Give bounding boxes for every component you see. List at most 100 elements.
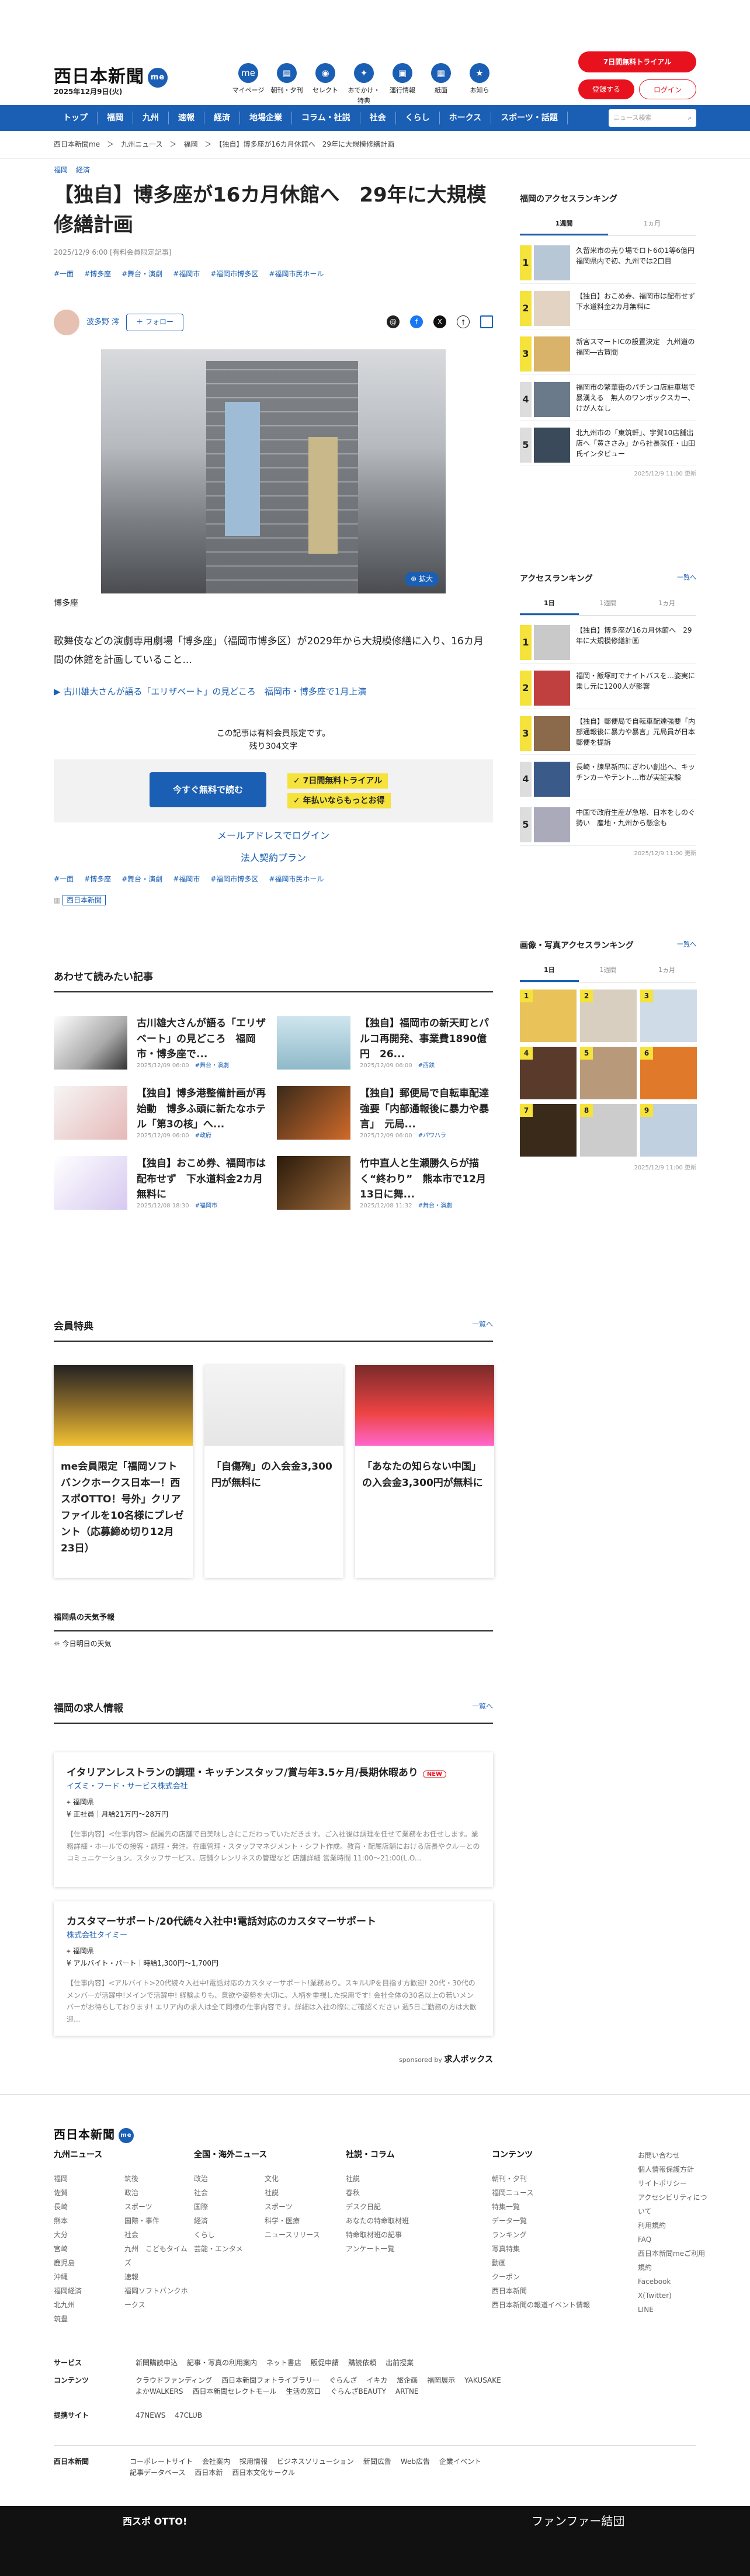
recommend-category[interactable]: #西鉄 (418, 1063, 435, 1069)
tag-link[interactable]: #福岡市民ホール (269, 875, 324, 883)
photo-ranking-item[interactable]: 6 (640, 1046, 697, 1099)
footer-link[interactable]: クラウドファンディング (136, 2375, 212, 2386)
ranking-item[interactable]: 1 久留米市の売り場でロト6の1等6億円 福岡県内で初、九州では2口目 (520, 241, 702, 284)
photo-ranking-item[interactable]: 1 (520, 989, 577, 1042)
ranking-item[interactable]: 1 【独自】博多座が16カ月休館へ 29年に大規模修繕計画 (520, 620, 696, 664)
footer-link[interactable]: 文化 (265, 2172, 328, 2186)
ranking-thumbnail[interactable] (534, 290, 570, 326)
footer-link[interactable]: アクセシビリティについて (638, 2190, 708, 2219)
footer-link[interactable]: 販促申請 (311, 2358, 339, 2369)
category-link[interactable]: 福岡 (54, 166, 68, 174)
photo-ranking-item[interactable]: 3 (640, 989, 697, 1042)
footer-link[interactable]: 福岡ソフトバンクホークス (124, 2284, 188, 2312)
perk-card[interactable]: 「あなたの知らない中国」の入会金3,300円が無料に (355, 1365, 494, 1578)
photo-ranking-item[interactable]: 4 (520, 1046, 577, 1099)
job-company[interactable]: 株式会社タイミー (67, 1930, 480, 1942)
footer-link[interactable]: 西日本文化サークル (232, 2467, 295, 2478)
footer-link[interactable]: X(Twitter) (638, 2289, 708, 2303)
threads-icon[interactable]: @ (387, 315, 400, 328)
footer-link[interactable]: データ一覧 (492, 2214, 626, 2228)
nav-item[interactable]: ✦ おでかけ・特典 (346, 63, 381, 106)
footer-link[interactable]: よかWALKERS (136, 2386, 183, 2397)
recommend-card[interactable]: 竹中直人と生瀬勝久らが描く“終わり” 熊本市で12月13日に舞... 2025/1… (277, 1156, 493, 1212)
footer-link[interactable]: 九州 こどもタイムズ (124, 2242, 188, 2270)
footer-link[interactable]: 北九州 (54, 2298, 117, 2312)
photo-ranking-item[interactable]: 5 (580, 1046, 637, 1099)
more-link[interactable]: 一覧へ (677, 939, 696, 952)
footer-link[interactable]: 利用規約 (638, 2219, 708, 2233)
footer-link[interactable]: Web広告 (401, 2456, 430, 2467)
tag-link[interactable]: #福岡市博多区 (210, 270, 258, 278)
recommend-category[interactable]: #舞台・演劇 (195, 1063, 229, 1069)
perk-card[interactable]: 「自傷殉」の入会金3,300円が無料に (204, 1365, 343, 1578)
footer-link[interactable]: Facebook (638, 2275, 708, 2289)
ranking-item[interactable]: 4 長崎・諫早新四にぎわい創出へ、キッチンカーやテント…市が実証実験 (520, 757, 696, 800)
recommend-title[interactable]: 【独自】博多港整備計画が再始動 博多ふ頭に新たなホテル「第3の核」へ... (137, 1086, 270, 1132)
footer-link[interactable]: 春秋 (346, 2186, 480, 2200)
footer-link[interactable]: 福岡 (54, 2172, 117, 2186)
article-thumbnail[interactable] (277, 1086, 350, 1140)
ranking-title[interactable]: 【独自】郵便局で自転車配達強要「内部通報後に暴力や暴言」元局員が日本郵便を提訴 (576, 716, 696, 748)
footer-link[interactable]: 沖縄 (54, 2270, 117, 2284)
footer-link[interactable]: 大分 (54, 2228, 117, 2242)
footer-link[interactable]: 西日本新聞フォトライブラリー (221, 2375, 320, 2386)
category-link[interactable]: 経済 (76, 166, 90, 174)
gnav-item[interactable]: スポーツ・話題 (491, 111, 568, 125)
ranking-tab[interactable]: 1ヵ月 (637, 960, 696, 982)
photo-ranking-item[interactable]: 9 (640, 1103, 697, 1157)
footer-link[interactable]: 会社案内 (202, 2456, 230, 2467)
facebook-icon[interactable]: f (410, 315, 423, 328)
ranking-thumbnail[interactable] (534, 716, 570, 751)
footer-link[interactable]: 新聞広告 (363, 2456, 391, 2467)
footer-link[interactable]: 速報 (124, 2270, 188, 2284)
login-button[interactable]: ログイン (639, 79, 696, 99)
job-card[interactable]: イタリアンレストランの調理・キッチンスタッフ/賞与年3.5ヶ月/長期休暇あり NE… (54, 1752, 493, 1887)
ranking-title[interactable]: 【独自】おこめ券、福岡市は配布せず 下水道料金2カ月無料に (576, 291, 702, 312)
ranking-item[interactable]: 3 新宮スマートICの設置決定 九州道の福岡―古賀間 (520, 332, 696, 375)
footer-link[interactable]: 政治 (194, 2172, 258, 2186)
footer-link[interactable]: ネット書店 (266, 2358, 301, 2369)
tag-link[interactable]: #福岡市民ホール (269, 270, 324, 278)
footer-link[interactable]: 筑後 (124, 2172, 188, 2186)
ranking-title[interactable]: 【独自】博多座が16カ月休館へ 29年に大規模修繕計画 (576, 625, 696, 646)
footer-link[interactable]: クーポン (492, 2270, 626, 2284)
gnav-item[interactable]: くらし (396, 111, 440, 125)
tag-link[interactable]: #一面 (54, 875, 74, 883)
footer-link[interactable]: 西日本新聞セレクトモール (193, 2386, 277, 2397)
photo-ranking-item[interactable]: 8 (580, 1103, 637, 1157)
ranking-title[interactable]: 長崎・諫早新四にぎわい創出へ、キッチンカーやテント…市が実証実験 (576, 762, 696, 783)
footer-link[interactable]: 旅企画 (397, 2375, 418, 2386)
footer-link[interactable]: イキカ (366, 2375, 387, 2386)
mail-login-link[interactable]: メールアドレスでログイン (54, 828, 493, 843)
footer-link[interactable]: 西日本新聞の報道イベント情報 (492, 2298, 626, 2312)
ranking-tab[interactable]: 1ヵ月 (637, 593, 696, 615)
job-card[interactable]: カスタマーサポート/20代続々入社中!電話対応のカスタマーサポート 株式会社タイミ… (54, 1901, 493, 2036)
footer-link[interactable]: 科学・医療 (265, 2214, 328, 2228)
ranking-thumbnail[interactable] (534, 245, 570, 280)
perk-image[interactable] (355, 1365, 494, 1446)
article-thumbnail[interactable] (54, 1016, 127, 1070)
recommend-category[interactable]: #政府 (195, 1133, 211, 1139)
ranking-thumbnail[interactable] (534, 624, 570, 660)
perk-title[interactable]: me会員限定「福岡ソフトバンクホークス日本一！西スポOTTO！号外」クリアファイ… (54, 1446, 193, 1570)
ranking-item[interactable]: 4 福岡市の繁華街のパチンコ店駐車場で暴漢える 無人のワンボックスカー、けが人なし (520, 377, 696, 421)
ranking-item[interactable]: 2 福岡・飯塚町でナイトバスを…姿実に乗し元に1200人が影響 (520, 666, 696, 709)
recommend-card[interactable]: 【独自】おこめ券、福岡市は配布せず 下水道料金2カ月無料に 2025/12/08 … (54, 1156, 270, 1212)
footer-link[interactable]: くらし (194, 2228, 258, 2242)
ranking-tab[interactable]: 1週間 (520, 214, 608, 235)
job-title[interactable]: カスタマーサポート/20代続々入社中!電話対応のカスタマーサポート (67, 1914, 480, 1930)
nav-item[interactable]: ▦ 紙面 (423, 63, 459, 106)
ranking-tab[interactable]: 1日 (520, 593, 579, 615)
tag-link[interactable]: #博多座 (84, 875, 111, 883)
gnav-item[interactable]: ホークス (440, 111, 492, 125)
footer-link[interactable]: 特命取材班の記事 (346, 2228, 480, 2242)
footer-banner[interactable]: 西スポ OTTO! ファンファー結団 (0, 2506, 750, 2576)
perk-image[interactable] (54, 1365, 193, 1446)
recommend-card[interactable]: 【独自】福岡市の新天町とパルコ再開発、事業費1890億円 26... 2025/1… (277, 1016, 493, 1072)
read-free-button[interactable]: 今すぐ無料で読む (150, 772, 266, 807)
footer-link[interactable]: 新聞購読申込 (136, 2358, 178, 2369)
footer-link[interactable]: 国際・事件 (124, 2214, 188, 2228)
footer-link[interactable]: 採用情報 (239, 2456, 268, 2467)
footer-link[interactable]: 個人情報保護方針 (638, 2162, 708, 2176)
gnav-item[interactable]: 速報 (169, 111, 204, 125)
